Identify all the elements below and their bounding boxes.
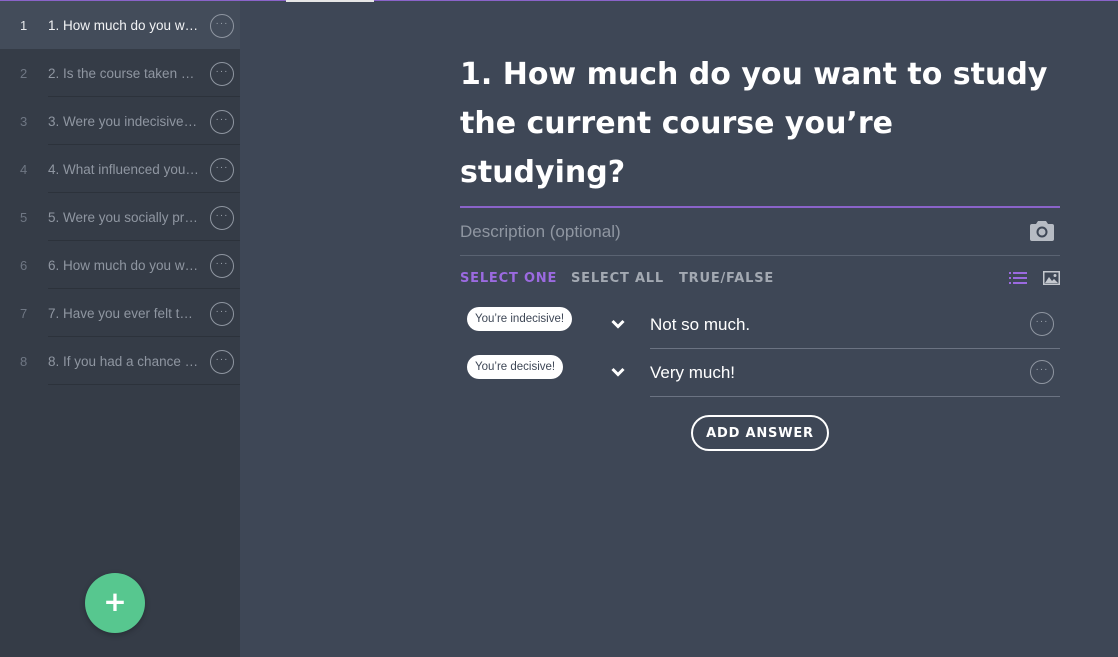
question-number: 7 <box>20 306 28 321</box>
question-label: 6. How much do you want to change? <box>48 258 200 273</box>
question-label: 7. Have you ever felt that way? <box>48 306 200 321</box>
question-item-8[interactable]: 8 8. If you had a chance to shift? ··· <box>0 337 240 385</box>
plus-icon: + <box>103 584 127 618</box>
more-options-icon[interactable]: ··· <box>210 206 234 230</box>
question-number: 1 <box>20 18 28 33</box>
answer-text[interactable]: Not so much. <box>650 315 750 335</box>
question-number: 6 <box>20 258 28 273</box>
more-options-icon[interactable]: ··· <box>1030 360 1054 384</box>
question-item-5[interactable]: 5 5. Were you socially pressured? ··· <box>0 193 240 241</box>
description-underline <box>460 255 1060 256</box>
more-options-icon[interactable]: ··· <box>210 254 234 278</box>
answer-underline <box>650 396 1060 397</box>
list-view-icon[interactable] <box>1009 272 1027 284</box>
question-label: 3. Were you indecisive about it? <box>48 114 200 129</box>
outcome-tag[interactable]: You’re indecisive! <box>467 307 573 331</box>
more-options-icon[interactable]: ··· <box>210 302 234 326</box>
answer-text[interactable]: Very much! <box>650 363 735 383</box>
question-number: 3 <box>20 114 28 129</box>
question-label: 1. How much do you want to study the cur… <box>48 18 200 33</box>
more-options-icon[interactable]: ··· <box>210 158 234 182</box>
image-view-icon[interactable] <box>1043 271 1060 285</box>
camera-icon[interactable] <box>1030 220 1054 241</box>
divider <box>48 384 240 385</box>
question-number: 8 <box>20 354 28 369</box>
question-item-2[interactable]: 2 2. Is the course taken by choice? ··· <box>0 49 240 97</box>
top-accent-line <box>0 0 1118 1</box>
question-label: 8. If you had a chance to shift? <box>48 354 200 369</box>
description-input[interactable] <box>460 220 1020 244</box>
add-question-button[interactable]: + <box>85 573 145 633</box>
type-select-all[interactable]: SELECT ALL <box>571 271 664 286</box>
question-item-7[interactable]: 7 7. Have you ever felt that way? ··· <box>0 289 240 337</box>
answer-underline <box>650 348 1060 349</box>
question-item-3[interactable]: 3 3. Were you indecisive about it? ··· <box>0 97 240 145</box>
more-options-icon[interactable]: ··· <box>210 62 234 86</box>
question-item-4[interactable]: 4 4. What influenced your decision? ··· <box>0 145 240 193</box>
chevron-down-icon[interactable] <box>611 367 625 377</box>
question-item-1[interactable]: 1 1. How much do you want to study the c… <box>0 1 240 49</box>
question-number: 5 <box>20 210 28 225</box>
outcome-tag[interactable]: You’re decisive! <box>467 355 564 379</box>
question-number: 4 <box>20 162 28 177</box>
type-select-one[interactable]: SELECT ONE <box>460 271 557 286</box>
title-underline <box>460 206 1060 208</box>
chevron-down-icon[interactable] <box>611 319 625 329</box>
question-number: 2 <box>20 66 28 81</box>
add-answer-button[interactable]: ADD ANSWER <box>691 415 829 451</box>
more-options-icon[interactable]: ··· <box>1030 312 1054 336</box>
more-options-icon[interactable]: ··· <box>210 14 234 38</box>
progress-indicator <box>286 0 374 2</box>
type-true-false[interactable]: TRUE/FALSE <box>679 271 774 286</box>
question-title[interactable]: 1. How much do you want to study the cur… <box>460 50 1060 197</box>
more-options-icon[interactable]: ··· <box>210 350 234 374</box>
question-sidebar: 1 1. How much do you want to study the c… <box>0 0 240 657</box>
more-options-icon[interactable]: ··· <box>210 110 234 134</box>
question-label: 4. What influenced your decision? <box>48 162 200 177</box>
question-item-6[interactable]: 6 6. How much do you want to change? ··· <box>0 241 240 289</box>
question-label: 5. Were you socially pressured? <box>48 210 200 225</box>
question-label: 2. Is the course taken by choice? <box>48 66 200 81</box>
